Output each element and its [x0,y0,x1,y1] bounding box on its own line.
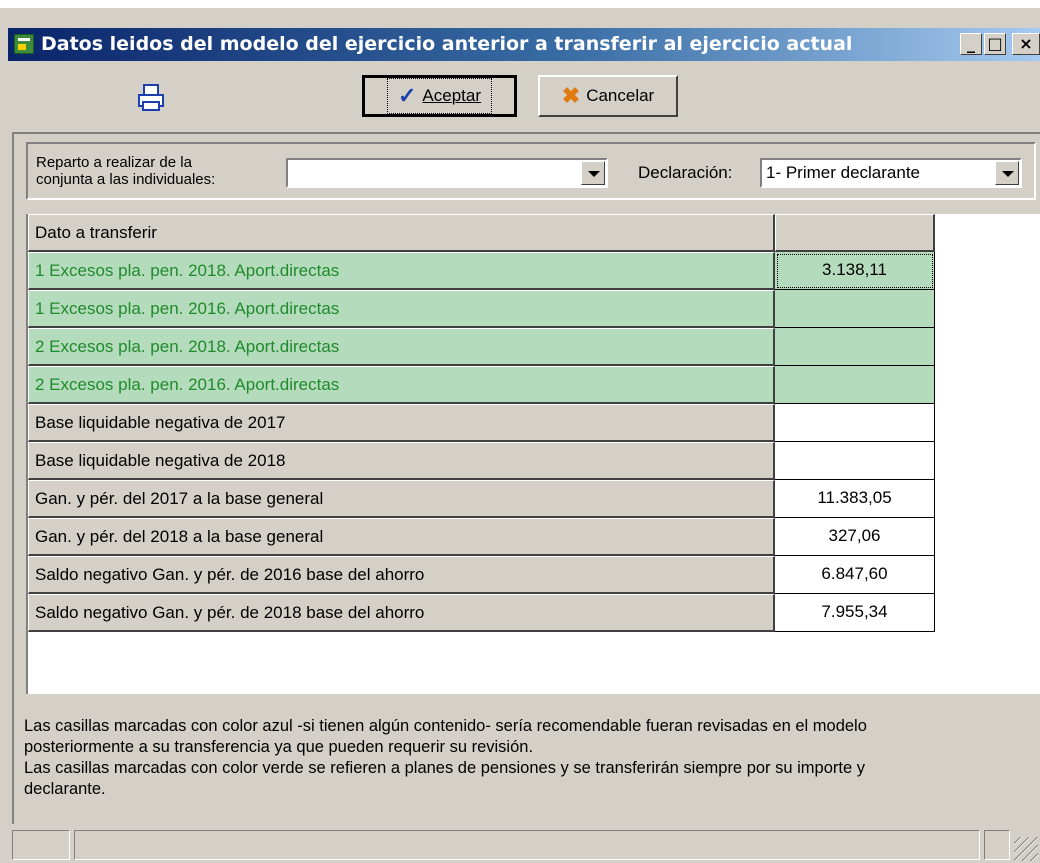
header-dato[interactable]: Dato a transferir [28,214,775,252]
toolbar: ✓ Aceptar ✖ Cancelar [8,68,1040,130]
status-pane [984,830,1010,860]
row-value[interactable] [775,442,935,480]
row-label: Saldo negativo Gan. y pér. de 2016 base … [28,556,775,594]
row-value[interactable]: 3.138,11 [775,252,935,290]
note-line: Las casillas marcadas con color verde se… [24,759,865,777]
row-label: 2 Excesos pla. pen. 2016. Aport.directas [28,366,775,404]
maximize-button[interactable]: □ [984,33,1006,55]
title-bar: Datos leidos del modelo del ejercicio an… [8,28,1040,61]
row-value[interactable] [775,328,935,366]
data-grid[interactable]: Dato a transferir 1 Excesos pla. pen. 20… [26,214,1040,694]
accept-button[interactable]: ✓ Aceptar [362,75,517,117]
row-value[interactable]: 6.847,60 [775,556,935,594]
row-label: Saldo negativo Gan. y pér. de 2018 base … [28,594,775,632]
declaracion-value: 1- Primer declarante [766,163,921,182]
main-panel: Reparto a realizar de la conjunta a las … [12,132,1040,824]
note-line: posteriormente a su transferencia ya que… [24,738,534,756]
close-button[interactable]: × [1012,33,1040,55]
reparto-dropdown[interactable] [286,158,608,188]
row-label: 2 Excesos pla. pen. 2018. Aport.directas [28,328,775,366]
chevron-down-icon[interactable] [995,161,1019,185]
info-note: Las casillas marcadas con color azul -si… [24,716,1040,800]
row-value[interactable] [775,366,935,404]
row-label: 1 Excesos pla. pen. 2016. Aport.directas [28,290,775,328]
row-label: Gan. y pér. del 2017 a la base general [28,480,775,518]
cancel-button[interactable]: ✖ Cancelar [538,75,678,117]
app-icon [14,34,34,54]
reparto-label: Reparto a realizar de la conjunta a las … [36,154,215,188]
filter-panel: Reparto a realizar de la conjunta a las … [26,142,1036,200]
cancel-x-icon: ✖ [561,83,581,108]
accept-label: Aceptar [422,86,482,105]
window-title: Datos leidos del modelo del ejercicio an… [41,33,853,55]
reparto-label-line1: Reparto a realizar de la [36,154,192,171]
status-pane [74,830,980,860]
row-value[interactable]: 327,06 [775,518,935,556]
row-label: Base liquidable negativa de 2017 [28,404,775,442]
row-label: 1 Excesos pla. pen. 2018. Aport.directas [28,252,775,290]
dialog-window: Datos leidos del modelo del ejercicio an… [0,0,1040,861]
row-value[interactable]: 11.383,05 [775,480,935,518]
declaracion-label: Declaración: [638,163,733,182]
status-bar [8,828,1040,863]
cancel-label: Cancelar [586,86,655,105]
declaracion-dropdown[interactable]: 1- Primer declarante [760,158,1022,188]
reparto-label-line2: conjunta a las individuales: [36,171,216,188]
row-label: Base liquidable negativa de 2018 [28,442,775,480]
status-pane [12,830,70,860]
header-value[interactable] [775,214,935,252]
row-label: Gan. y pér. del 2018 a la base general [28,518,775,556]
checkmark-icon: ✓ [397,83,417,108]
row-value[interactable] [775,290,935,328]
row-value[interactable] [775,404,935,442]
note-line: declarante. [24,780,106,798]
printer-icon[interactable] [136,83,166,113]
resize-grip-icon[interactable] [1014,837,1038,861]
minimize-button[interactable]: _ [960,33,982,55]
row-value[interactable]: 7.955,34 [775,594,935,632]
note-line: Las casillas marcadas con color azul -si… [24,717,867,735]
chevron-down-icon[interactable] [581,161,605,185]
